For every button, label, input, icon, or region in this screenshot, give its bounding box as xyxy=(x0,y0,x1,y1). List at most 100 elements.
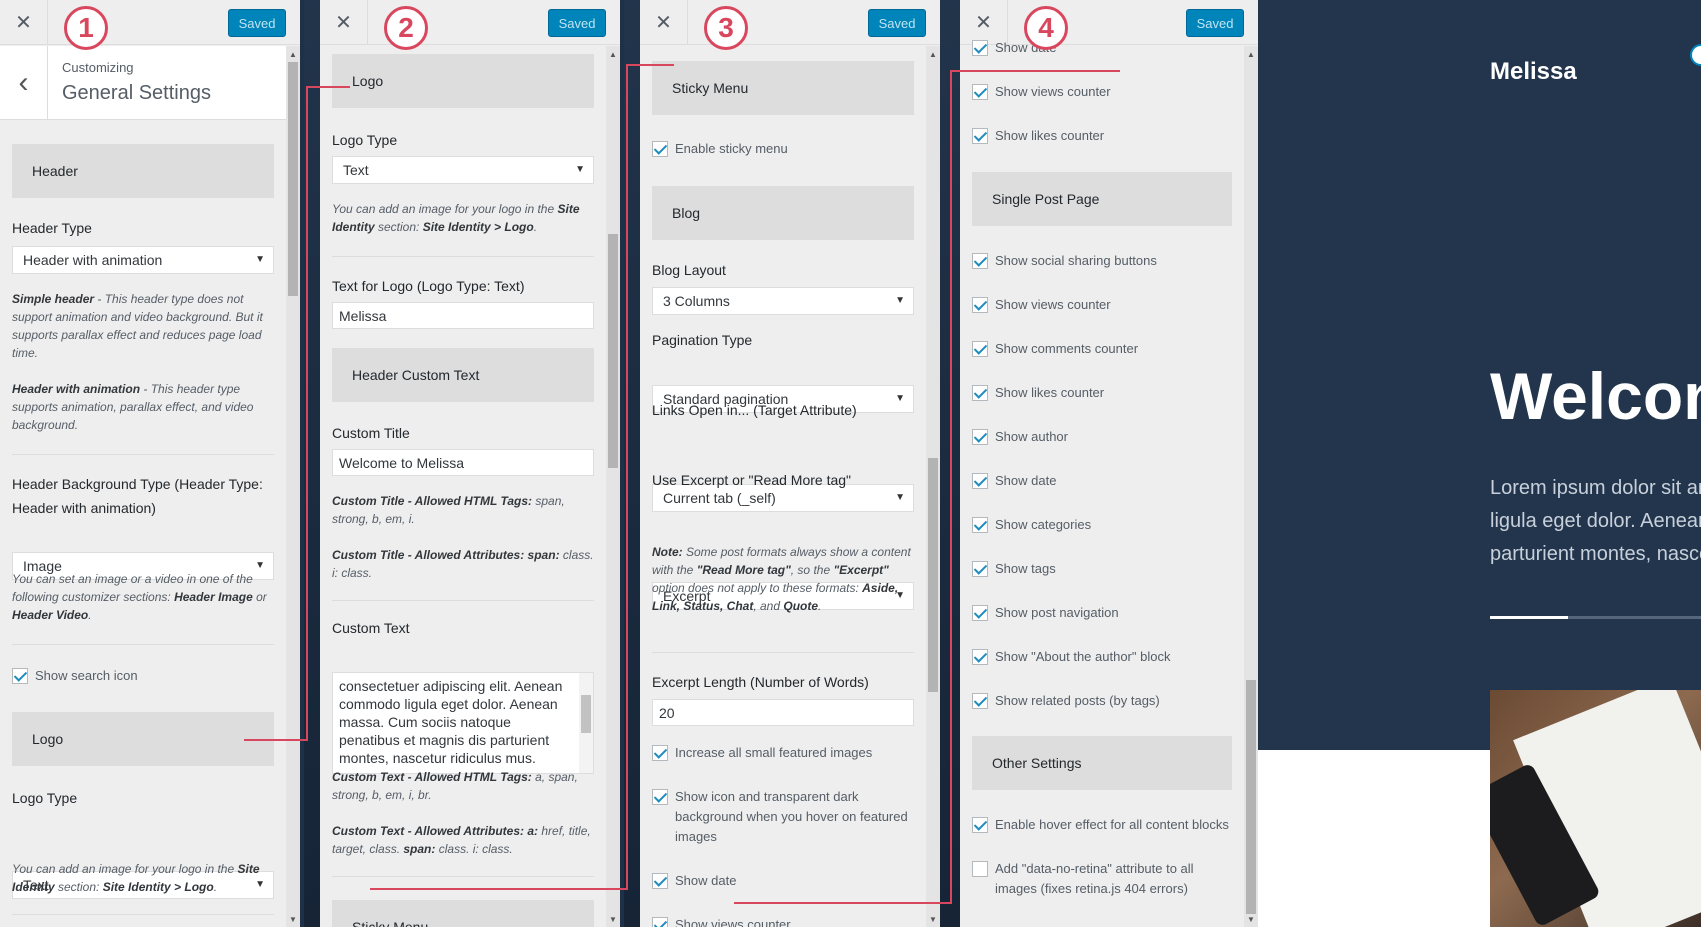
divider xyxy=(12,644,274,645)
excerpt-length-input[interactable]: 20 xyxy=(652,699,914,726)
section-logo[interactable]: Logo xyxy=(12,712,274,766)
list-item-checkbox[interactable]: Show "About the author" block xyxy=(972,647,1232,667)
connector-line xyxy=(244,739,308,741)
hero-text-line: ligula eget dolor. Aenean massa. Cum xyxy=(1490,510,1701,532)
show-icon-hover-checkbox[interactable]: Show icon and transparent dark backgroun… xyxy=(652,787,914,847)
scroll-up-icon[interactable]: ▲ xyxy=(1244,48,1258,60)
show-views-checkbox[interactable]: Show views counter xyxy=(972,82,1232,102)
scrollbar[interactable]: ▲ ▼ xyxy=(286,46,300,927)
scrollbar[interactable]: ▲ ▼ xyxy=(606,46,620,927)
list-item-checkbox[interactable]: Show post navigation xyxy=(972,603,1232,623)
checkbox-label: Show date xyxy=(675,873,737,888)
list-item-checkbox[interactable]: Show likes counter xyxy=(972,383,1232,403)
customizer-panel-4: ✕ Saved Show date Show views counter Sho… xyxy=(960,0,1258,927)
scroll-thumb[interactable] xyxy=(608,234,618,468)
no-retina-checkbox[interactable]: Add "data-no-retina" attribute to all im… xyxy=(972,859,1232,899)
section-other-settings[interactable]: Other Settings xyxy=(972,736,1232,790)
scroll-thumb[interactable] xyxy=(581,695,591,733)
show-search-icon-checkbox[interactable]: Show search icon xyxy=(12,666,274,686)
scroll-up-icon[interactable]: ▲ xyxy=(926,48,940,60)
checkbox-checked[interactable] xyxy=(972,473,988,489)
section-blog[interactable]: Blog xyxy=(652,186,914,240)
checkbox-checked[interactable] xyxy=(972,297,988,313)
list-item-checkbox[interactable]: Show tags xyxy=(972,559,1232,579)
checkbox-checked[interactable] xyxy=(972,84,988,100)
checkbox-checked[interactable] xyxy=(652,917,668,927)
list-item-checkbox[interactable]: Show author xyxy=(972,427,1232,447)
custom-text-textarea[interactable]: consectetuer adipiscing elit. Aenean com… xyxy=(332,672,594,774)
textarea-scrollbar[interactable] xyxy=(579,673,593,773)
checkbox-checked[interactable] xyxy=(12,668,28,684)
show-likes-checkbox[interactable]: Show likes counter xyxy=(972,126,1232,146)
section-sticky-menu[interactable]: Sticky Menu xyxy=(332,900,594,927)
checkbox-checked[interactable] xyxy=(972,517,988,533)
increase-images-checkbox[interactable]: Increase all small featured images xyxy=(652,743,914,763)
desc-bold: Custom Title - Allowed HTML Tags: xyxy=(332,494,533,508)
list-item-checkbox[interactable]: Show related posts (by tags) xyxy=(972,691,1232,711)
scroll-down-icon[interactable]: ▼ xyxy=(1244,913,1258,925)
checkbox-checked[interactable] xyxy=(652,873,668,889)
excerpt-label: Use Excerpt or "Read More tag" xyxy=(652,472,852,488)
logo-type-select[interactable]: Text ▼ xyxy=(332,156,594,184)
checkbox-checked[interactable] xyxy=(972,40,988,56)
excerpt-note: Note: Some post formats always show a co… xyxy=(652,543,914,615)
checkbox-checked[interactable] xyxy=(652,745,668,761)
connector-line xyxy=(950,70,1120,72)
checkbox-label: Show comments counter xyxy=(995,341,1139,356)
section-single-post[interactable]: Single Post Page xyxy=(972,172,1232,226)
scrollbar[interactable]: ▲ ▼ xyxy=(926,46,940,927)
desc-bold: span: xyxy=(403,842,436,856)
desc-bold: Custom Text - Allowed Attributes: a: xyxy=(332,824,539,838)
enable-sticky-checkbox[interactable]: Enable sticky menu xyxy=(652,139,914,159)
list-item-checkbox[interactable]: Show views counter xyxy=(972,295,1232,315)
links-label: Links Open in... (Target Attribute) xyxy=(652,402,857,418)
checkbox-checked[interactable] xyxy=(972,605,988,621)
checkbox-checked[interactable] xyxy=(972,561,988,577)
list-item-checkbox[interactable]: Show social sharing buttons xyxy=(972,251,1232,271)
logo-desc: You can add an image for your logo in th… xyxy=(12,860,274,896)
section-header-custom-text[interactable]: Header Custom Text xyxy=(332,348,594,402)
custom-title-input[interactable]: Welcome to Melissa xyxy=(332,449,594,476)
section-logo[interactable]: Logo xyxy=(332,54,594,108)
checkbox-checked[interactable] xyxy=(972,341,988,357)
connector-line xyxy=(370,888,628,890)
show-date-checkbox[interactable]: Show date xyxy=(972,38,1232,58)
hover-effect-checkbox[interactable]: Enable hover effect for all content bloc… xyxy=(972,815,1232,835)
checkbox-checked[interactable] xyxy=(972,128,988,144)
list-item-checkbox[interactable]: Show date xyxy=(972,471,1232,491)
site-title[interactable]: Melissa xyxy=(1490,58,1577,86)
text-logo-input[interactable]: Melissa xyxy=(332,302,594,329)
divider xyxy=(332,876,594,877)
checkbox-checked[interactable] xyxy=(972,693,988,709)
checkbox-label: Increase all small featured images xyxy=(675,745,873,760)
scroll-thumb[interactable] xyxy=(288,62,298,296)
show-views-checkbox[interactable]: Show views counter xyxy=(652,915,914,927)
section-sticky-menu[interactable]: Sticky Menu xyxy=(652,61,914,115)
section-header[interactable]: Header xyxy=(12,144,274,198)
custom-text-label: Custom Text xyxy=(332,620,410,636)
blog-layout-select[interactable]: 3 Columns ▼ xyxy=(652,287,914,315)
header-type-select[interactable]: Header with animation ▼ xyxy=(12,246,274,274)
edit-shortcut-icon[interactable] xyxy=(1690,44,1701,66)
checkbox-checked[interactable] xyxy=(972,253,988,269)
scroll-down-icon[interactable]: ▼ xyxy=(606,913,620,925)
connector-line xyxy=(626,64,628,890)
checkbox-checked[interactable] xyxy=(972,817,988,833)
scroll-down-icon[interactable]: ▼ xyxy=(926,913,940,925)
checkbox-checked[interactable] xyxy=(652,789,668,805)
checkbox-checked[interactable] xyxy=(652,141,668,157)
scrollbar[interactable]: ▲ ▼ xyxy=(1244,46,1258,927)
checkbox-checked[interactable] xyxy=(972,649,988,665)
checkbox-unchecked[interactable] xyxy=(972,861,988,877)
list-item-checkbox[interactable]: Show comments counter xyxy=(972,339,1232,359)
checkbox-checked[interactable] xyxy=(972,429,988,445)
scroll-thumb[interactable] xyxy=(1246,680,1256,914)
scroll-down-icon[interactable]: ▼ xyxy=(286,913,300,925)
scroll-thumb[interactable] xyxy=(928,458,938,692)
custom-title-tags-desc: Custom Title - Allowed HTML Tags: span, … xyxy=(332,492,594,528)
scroll-up-icon[interactable]: ▲ xyxy=(286,48,300,60)
list-item-checkbox[interactable]: Show categories xyxy=(972,515,1232,535)
checkbox-checked[interactable] xyxy=(972,385,988,401)
scroll-up-icon[interactable]: ▲ xyxy=(606,48,620,60)
show-date-checkbox[interactable]: Show date xyxy=(652,871,914,891)
